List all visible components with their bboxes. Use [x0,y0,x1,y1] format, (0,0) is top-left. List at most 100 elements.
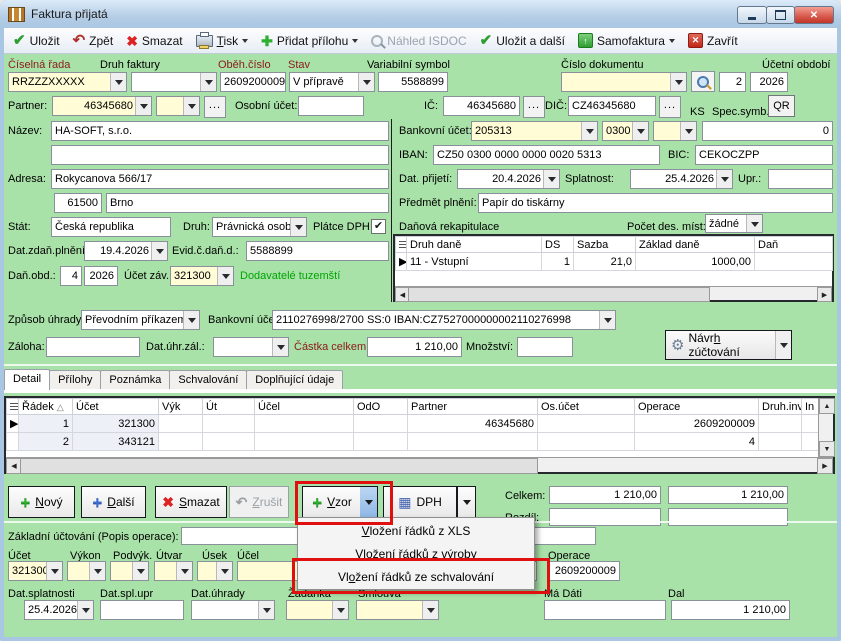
bank-extra-combo[interactable] [653,121,697,141]
celkem-input-1[interactable]: 1 210,00 [549,486,661,504]
zaloha-input[interactable] [46,337,140,357]
scroll-right-icon[interactable]: ▶ [817,458,833,474]
stat-input[interactable]: Česká republika [51,217,171,237]
menu-item-vlozeni-xls[interactable]: Vložení řádků z XLS [298,519,534,542]
grid-hscroll-thumb[interactable] [20,458,538,474]
footer-ucet-combo[interactable]: 321300 [8,561,63,581]
pocet-des-mist-combo[interactable]: žádné [705,214,763,233]
delete-row-button[interactable]: ✖ Smazat [155,486,227,518]
tab-schvalovani[interactable]: Schvalování [169,370,247,390]
predmet-input[interactable]: Papír do tiskárny [478,193,833,213]
tax-header-druh[interactable]: Druh daně [407,237,542,253]
tax-header-dan[interactable]: Daň [755,237,833,253]
grid-cell-ucet[interactable]: 343121 [73,433,159,451]
grid-cell[interactable] [759,415,802,433]
iban-input[interactable]: CZ50 0300 0000 0000 0020 5313 [433,145,660,165]
grid-vscrollbar[interactable]: ▲ ▼ [818,398,833,457]
zpusob-uhrady-combo[interactable]: Převodním příkazem [81,310,200,330]
grid-cell[interactable] [538,415,635,433]
usek-combo[interactable] [197,561,233,581]
grid-row-selector[interactable] [7,433,19,451]
grid-cell[interactable] [255,415,354,433]
celkem-input-2[interactable]: 1 210,00 [668,486,788,504]
grid-cell[interactable] [802,415,819,433]
grid-header-in[interactable]: In [802,399,819,415]
tax-cell-druh[interactable]: 11 - Vstupní [407,253,542,271]
stav-combo[interactable]: V přípravě [289,72,375,92]
tax-hscroll-thumb[interactable] [408,287,710,302]
grid-cell[interactable] [159,433,203,451]
template-dropdown-button[interactable] [360,486,378,518]
grid-cell[interactable] [255,433,354,451]
rozdil-input-2[interactable] [668,508,788,526]
dat-spl-upr-input[interactable] [100,600,184,620]
obdobi-mesic-input[interactable]: 2 [719,72,746,92]
table-row[interactable]: 2 343121 4 [7,433,819,451]
grid-cell-ucet[interactable]: 321300 [73,415,159,433]
grid-header-vyk[interactable]: Výk [159,399,203,415]
nazev2-input[interactable] [51,145,389,165]
grid-header-operace[interactable]: Operace [635,399,759,415]
podvyk-combo[interactable] [110,561,149,581]
menu-item-vlozeni-vyroba[interactable]: Vložení řádků z výroby [298,542,534,565]
grid-cell[interactable] [203,415,255,433]
tax-hscrollbar[interactable]: ◀ ▶ [395,286,832,300]
add-attachment-button[interactable]: ✚ Přidat přílohu [261,34,358,48]
grid-cell-operace[interactable]: 4 [635,433,759,451]
dat-splatnosti-combo[interactable]: 25.4.2026 [24,600,94,620]
utvar-combo[interactable] [154,561,193,581]
grid-header-radek[interactable]: Řádek △ [19,399,73,415]
grid-header-ucel[interactable]: Účel [255,399,354,415]
operace-input[interactable]: 2609200009 [548,561,620,581]
partner-combo[interactable]: 46345680 [52,96,152,116]
castka-celkem-input[interactable]: 1 210,00 [367,337,462,357]
druh-osoby-combo[interactable]: Právnická osoba [212,217,307,237]
grid-header-partner[interactable]: Partner [408,399,538,415]
delete-button[interactable]: ✖ Smazat [126,34,182,48]
scroll-up-icon[interactable]: ▲ [819,398,835,414]
partner-sub-combo[interactable] [156,96,200,116]
grid-header-odo[interactable]: OdO [354,399,408,415]
tab-doplnujici[interactable]: Doplňující údaje [246,370,343,390]
maximize-button[interactable] [766,6,795,24]
next-button[interactable]: + Další [81,486,146,518]
evid-input[interactable]: 5588899 [246,241,389,261]
obdobi-rok-input[interactable]: 2026 [750,72,788,92]
grid-header-os-ucet[interactable]: Os.účet [538,399,635,415]
tax-cell-sazba[interactable]: 21,0 [574,253,636,271]
search-document-button[interactable] [691,71,715,92]
grid-header-ut[interactable]: Út [203,399,255,415]
zadanka-combo[interactable] [286,600,349,620]
tax-header-zaklad[interactable]: Základ daně [636,237,755,253]
grid-header-ucet[interactable]: Účet [73,399,159,415]
dat-uhr-zal-combo[interactable] [213,337,289,357]
scroll-down-icon[interactable]: ▼ [819,441,835,457]
ic-browse-button[interactable]: ... [523,96,545,118]
psc-input[interactable]: 61500 [54,193,102,213]
ciselna-rada-combo[interactable]: RRZZZXXXXX [8,72,127,92]
bank-castka-input[interactable]: 0 [702,121,833,141]
grid-cell-partner[interactable]: 46345680 [408,415,538,433]
vykon-combo[interactable] [67,561,106,581]
rozdil-input-1[interactable] [549,508,661,526]
dan-obd-rok-input[interactable]: 2026 [84,266,118,286]
dic-input[interactable]: CZ46345680 [568,96,656,116]
new-button[interactable]: + Nový [8,486,75,518]
table-row[interactable]: ▶ 1 321300 46345680 2609200009 [7,415,819,433]
tab-prilohy[interactable]: Přílohy [49,370,101,390]
grid-cell-partner[interactable] [408,433,538,451]
tax-header-ds[interactable]: DS [542,237,574,253]
grid-cell-radek[interactable]: 2 [19,433,73,451]
cislo-dokumentu-combo[interactable] [561,72,687,92]
grid-cell[interactable] [354,415,408,433]
grid-cell[interactable] [354,433,408,451]
nazev-input[interactable]: HA-SOFT, s.r.o. [51,121,389,141]
splatnost-combo[interactable]: 25.4.2026 [630,169,733,189]
save-button[interactable]: ✔ Uložit [13,34,60,48]
tab-detail[interactable]: Detail [4,369,50,390]
undo-button[interactable]: ↶ Zpět [73,34,114,48]
menu-item-vlozeni-schvalovani[interactable]: Vložení řádků ze schvalování [298,565,534,588]
grid-cell[interactable] [159,415,203,433]
platce-dph-checkbox[interactable]: ✔ [371,219,386,234]
ulice-input[interactable]: Rokycanova 566/17 [51,169,389,189]
